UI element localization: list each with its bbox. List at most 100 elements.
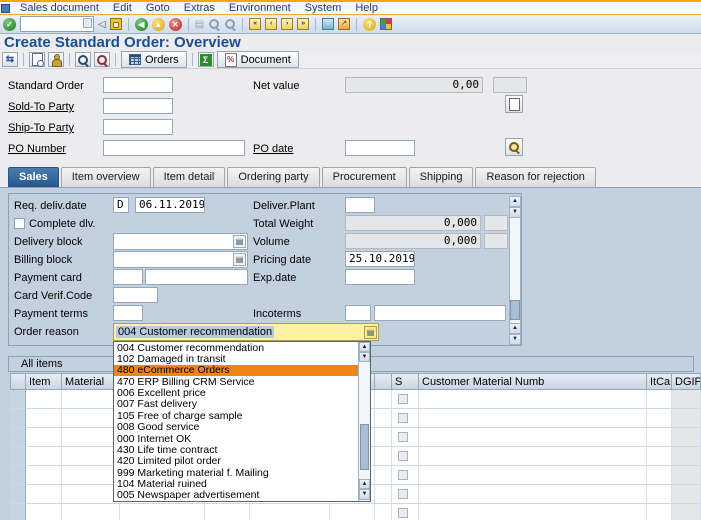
menu-edit[interactable]: Edit [106, 2, 139, 14]
cell-customer_material[interactable] [419, 447, 647, 466]
cell[interactable] [375, 485, 392, 504]
payment-card-type-input[interactable] [113, 269, 143, 285]
order-reason-option[interactable]: 999 Marketing material f. Mailing [114, 467, 358, 478]
scroll-up-icon[interactable]: ▲ [509, 323, 521, 334]
cell[interactable] [330, 504, 375, 520]
cell-s[interactable] [392, 466, 419, 485]
exp-date-input[interactable] [345, 269, 415, 285]
cell[interactable] [375, 447, 392, 466]
incoterms-input[interactable] [345, 305, 371, 321]
combo-dropdown-icon[interactable]: ▤ [233, 253, 246, 266]
search-document-button[interactable] [505, 138, 523, 156]
order-reason-option[interactable]: 480 eCommerce Orders [114, 364, 358, 377]
panel-scrollbar-thumb[interactable] [510, 300, 520, 320]
dropdown-scrollbar-thumb[interactable] [360, 424, 369, 470]
display-document-button[interactable] [29, 52, 45, 67]
scroll-up-icon[interactable]: ▲ [359, 342, 370, 352]
payment-terms-input[interactable] [113, 305, 143, 321]
cell[interactable] [250, 504, 330, 520]
cell-dgip[interactable] [672, 485, 701, 504]
cell-material[interactable] [62, 428, 120, 447]
payment-card-number-input[interactable] [145, 269, 248, 285]
cell-sel[interactable] [10, 485, 26, 504]
po-number-input[interactable] [103, 140, 245, 156]
column-header-item[interactable]: Item [26, 373, 62, 390]
cell-customer_material[interactable] [419, 409, 647, 428]
cell-sel[interactable] [10, 466, 26, 485]
command-field[interactable] [20, 16, 94, 32]
cell[interactable] [375, 428, 392, 447]
cell-s[interactable] [392, 447, 419, 466]
cell-s[interactable] [392, 485, 419, 504]
cell-sel[interactable] [10, 428, 26, 447]
menu-environment[interactable]: Environment [222, 2, 298, 14]
po-number-label[interactable]: PO Number [8, 142, 66, 156]
card-verif-code-input[interactable] [113, 287, 158, 303]
orders-button[interactable]: Orders [121, 51, 187, 68]
customize-layout-icon[interactable] [380, 18, 393, 30]
order-reason-dropdown-icon[interactable]: ▤ [364, 326, 377, 339]
menu-help[interactable]: Help [348, 2, 385, 14]
cell-customer_material[interactable] [419, 428, 647, 447]
req-deliv-date-type-input[interactable]: D [113, 197, 129, 213]
sold-to-input[interactable] [103, 98, 173, 114]
create-shortcut-icon[interactable]: ↗ [338, 18, 351, 30]
cell-item[interactable] [26, 504, 62, 520]
advanced-search-button[interactable] [94, 52, 110, 67]
scroll-up-icon[interactable]: ▲ [359, 479, 370, 489]
cell-customer_material[interactable] [419, 390, 647, 409]
column-header-itca[interactable]: ItCa [647, 373, 672, 390]
tab-procurement[interactable]: Procurement [321, 167, 407, 187]
order-reason-option[interactable]: 102 Damaged in transit [114, 353, 358, 364]
order-reason-option[interactable]: 007 Fast delivery [114, 399, 358, 410]
cell-sel[interactable] [10, 390, 26, 409]
order-reason-option[interactable]: 008 Good service [114, 422, 358, 433]
order-reason-option[interactable]: 470 ERP Billing CRM Service [114, 376, 358, 387]
cell-itca[interactable] [647, 409, 672, 428]
business-partner-button[interactable] [48, 52, 64, 67]
scroll-down-icon[interactable]: ▼ [359, 352, 370, 362]
find-next-icon[interactable] [224, 18, 236, 30]
scroll-up-icon[interactable]: ▲ [509, 196, 521, 207]
cell-dgip[interactable] [672, 466, 701, 485]
cell-item[interactable] [26, 390, 62, 409]
cell[interactable] [375, 504, 392, 520]
cell-s[interactable] [392, 428, 419, 447]
command-history-icon[interactable] [83, 18, 92, 28]
cell-material[interactable] [62, 485, 120, 504]
tab-reason-for-rejection[interactable]: Reason for rejection [475, 167, 596, 187]
print-icon[interactable]: ▤ [195, 18, 204, 31]
cell-itca[interactable] [647, 504, 672, 520]
tab-sales[interactable]: Sales [8, 167, 59, 187]
cell-dgip[interactable] [672, 447, 701, 466]
cell-item[interactable] [26, 485, 62, 504]
cell-item[interactable] [26, 409, 62, 428]
menu-system[interactable]: System [298, 2, 349, 14]
menu-sales-document[interactable]: Sales document [13, 2, 106, 14]
cell-s[interactable] [392, 504, 419, 520]
order-reason-option[interactable]: 004 Customer recommendation [114, 342, 358, 353]
cell-item[interactable] [26, 466, 62, 485]
cell[interactable] [375, 409, 392, 428]
last-page-icon[interactable]: » [297, 18, 310, 30]
cell-itca[interactable] [647, 428, 672, 447]
cell-material[interactable] [62, 390, 120, 409]
column-header-dgip[interactable]: DGIP [672, 373, 701, 390]
row-checkbox[interactable] [398, 489, 408, 499]
row-checkbox[interactable] [398, 413, 408, 423]
help-icon[interactable]: ? [363, 17, 377, 31]
cell-item[interactable] [26, 447, 62, 466]
deliver-plant-input[interactable] [345, 197, 375, 213]
pricing-date-input[interactable]: 25.10.2019 [345, 251, 415, 267]
scroll-down-icon[interactable]: ▼ [509, 334, 521, 345]
command-toggle-icon[interactable]: ◁ [98, 18, 106, 31]
column-header-customer_material[interactable]: Customer Material Numb [419, 373, 647, 390]
cell-material[interactable] [62, 409, 120, 428]
find-icon[interactable] [208, 18, 220, 30]
new-session-icon[interactable] [322, 18, 335, 30]
first-page-icon[interactable]: « [249, 18, 262, 30]
order-reason-combo[interactable]: 004 Customer recommendation ▤ [113, 323, 379, 341]
cancel-icon[interactable]: ✕ [168, 17, 182, 31]
cell-material[interactable] [62, 447, 120, 466]
tab-shipping[interactable]: Shipping [408, 167, 474, 187]
